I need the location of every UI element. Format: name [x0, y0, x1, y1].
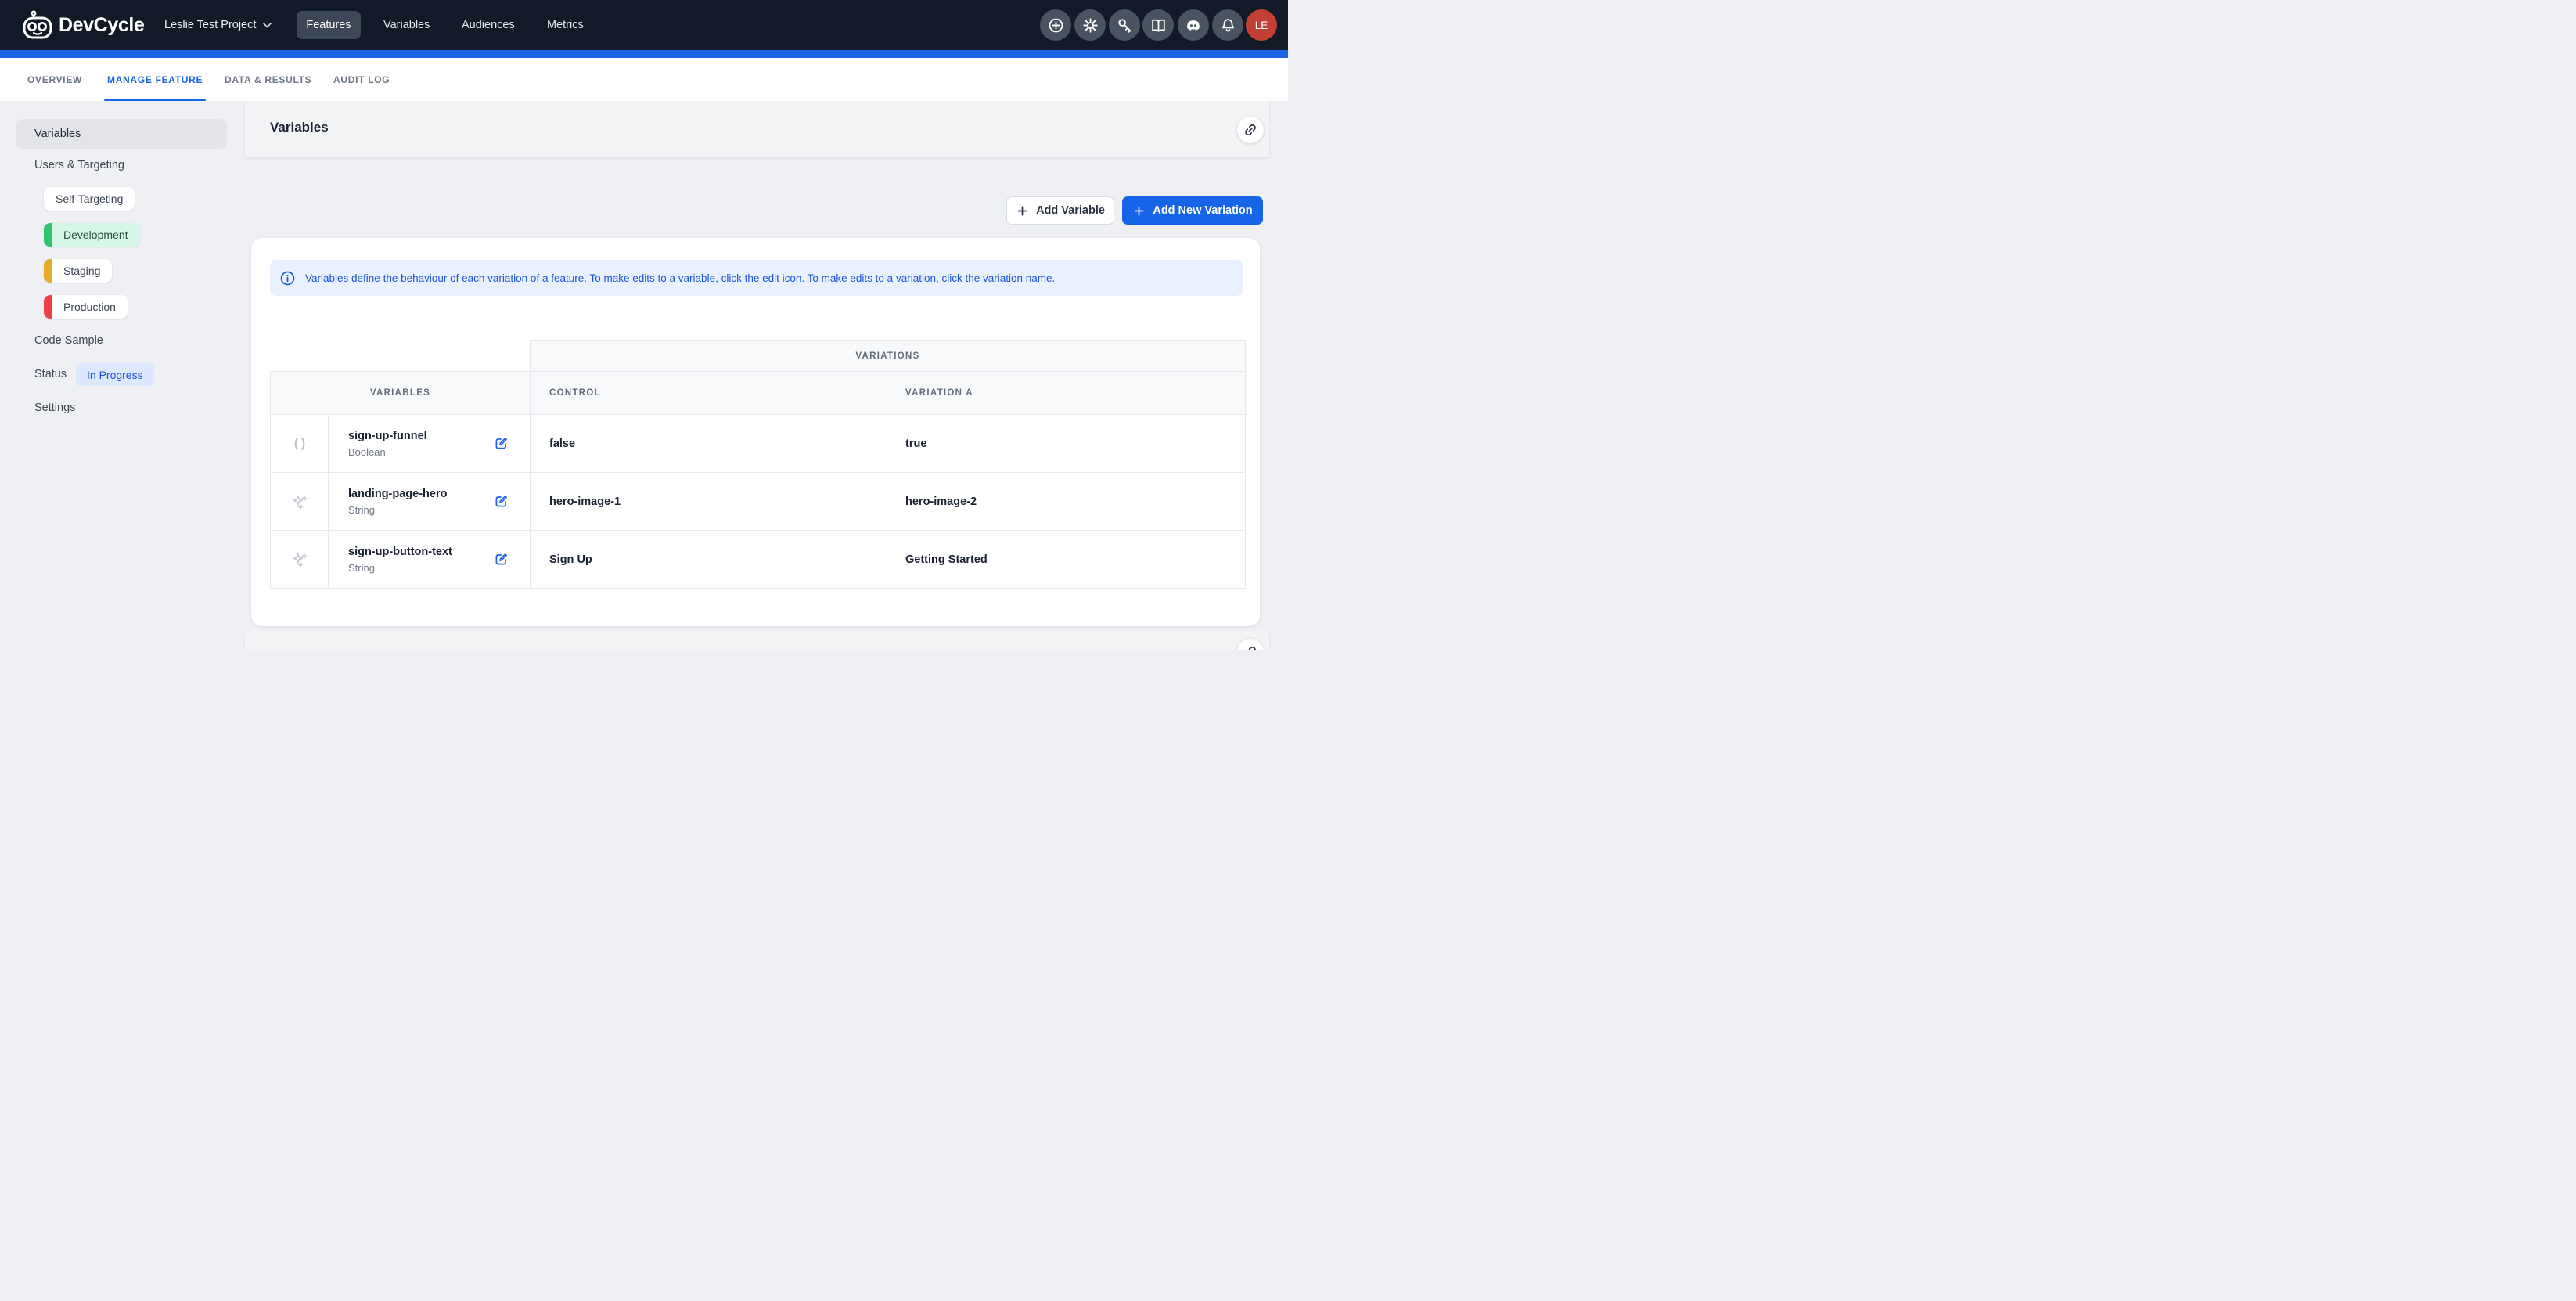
brand-name: DevCycle — [59, 14, 144, 37]
plus-icon — [1132, 204, 1146, 218]
sidebar-item-users-targeting[interactable]: Users & Targeting — [34, 159, 124, 171]
env-pill-development[interactable]: Development — [44, 223, 140, 247]
edit-variable-button[interactable] — [493, 435, 509, 452]
env-pill-production[interactable]: Production — [44, 295, 128, 319]
column-header-variation-a: VARIATION A — [886, 372, 1246, 415]
status-badge-label: In Progress — [87, 369, 143, 381]
variable-type: Boolean — [348, 446, 493, 458]
add-circle-button[interactable] — [1040, 9, 1071, 41]
section-link-button[interactable] — [1237, 117, 1264, 143]
feature-tabbar: OVERVIEW MANAGE FEATURE DATA & RESULTS A… — [0, 58, 1288, 101]
control-value[interactable]: hero-image-1 — [530, 473, 886, 531]
variable-type-string-icon — [270, 473, 329, 531]
variation-a-value[interactable]: Getting Started — [886, 531, 1246, 589]
variables-section-header: Variables — [245, 101, 1269, 157]
env-color-bar — [44, 223, 52, 247]
nav-item-metrics[interactable]: Metrics — [547, 0, 584, 50]
env-pill-self-targeting[interactable]: Self-Targeting — [44, 187, 135, 211]
tab-manage-feature[interactable]: MANAGE FEATURE — [107, 58, 203, 101]
variable-name: sign-up-funnel — [348, 430, 493, 442]
table-row: sign-up-button-text String — [329, 531, 530, 589]
env-label: Staging — [52, 265, 112, 277]
variable-type-boolean-icon — [270, 415, 329, 473]
chevron-down-icon — [263, 23, 272, 28]
variations-group-header: VARIATIONS — [530, 340, 1246, 372]
sidebar-item-label: Variables — [34, 128, 81, 140]
project-name: Leslie Test Project — [164, 19, 256, 31]
add-new-variation-label: Add New Variation — [1153, 204, 1252, 217]
edit-variable-button[interactable] — [493, 551, 509, 568]
variable-type-string-icon — [270, 531, 329, 589]
nav-item-features[interactable]: Features — [297, 11, 361, 39]
tab-audit-log[interactable]: AUDIT LOG — [333, 58, 390, 101]
sidebar-item-code-sample[interactable]: Code Sample — [34, 334, 103, 347]
column-header-control: CONTROL — [530, 372, 886, 415]
avatar-initials: LE — [1255, 20, 1268, 31]
env-label: Self-Targeting — [44, 193, 135, 205]
next-section-header — [245, 631, 1269, 650]
env-label: Development — [52, 229, 140, 241]
devcycle-logo[interactable]: DevCycle — [22, 0, 144, 50]
robot-logo-icon — [22, 9, 53, 41]
table-corner-spacer — [270, 340, 530, 372]
user-avatar[interactable]: LE — [1246, 9, 1277, 41]
tab-overview[interactable]: OVERVIEW — [27, 58, 82, 101]
sidebar-item-settings[interactable]: Settings — [34, 402, 75, 414]
env-label: Production — [52, 301, 128, 313]
page-progress-bar — [0, 50, 1288, 58]
variable-type: String — [348, 504, 493, 516]
add-variable-label: Add Variable — [1036, 204, 1105, 217]
info-icon — [279, 270, 296, 287]
add-new-variation-button[interactable]: Add New Variation — [1122, 196, 1263, 225]
plus-icon — [1016, 204, 1029, 218]
control-value[interactable]: Sign Up — [530, 531, 886, 589]
env-color-bar — [44, 295, 52, 319]
sidebar-item-status[interactable]: Status — [34, 368, 67, 380]
table-row: landing-page-hero String — [329, 473, 530, 531]
table-row: sign-up-funnel Boolean — [329, 415, 530, 473]
nav-item-variables[interactable]: Variables — [383, 0, 430, 50]
api-keys-button[interactable] — [1109, 9, 1140, 41]
link-icon — [1243, 644, 1258, 650]
column-header-variables: VARIABLES — [270, 372, 530, 415]
variation-a-value[interactable]: true — [886, 415, 1246, 473]
section-title: Variables — [270, 120, 329, 135]
variables-table: VARIATIONS VARIABLES CONTROL VARIATION A… — [270, 340, 1246, 589]
docs-book-button[interactable] — [1142, 9, 1174, 41]
notifications-bell-button[interactable] — [1212, 9, 1243, 41]
info-banner: Variables define the behaviour of each v… — [270, 260, 1243, 296]
sidebar-item-variables[interactable]: Variables — [16, 119, 227, 149]
tab-data-results[interactable]: DATA & RESULTS — [225, 58, 311, 101]
project-selector[interactable]: Leslie Test Project — [164, 0, 272, 50]
top-navbar: DevCycle Leslie Test Project Features Va… — [0, 0, 1288, 50]
variable-name: landing-page-hero — [348, 488, 493, 500]
nav-item-audiences[interactable]: Audiences — [462, 0, 515, 50]
edit-variable-button[interactable] — [493, 493, 509, 510]
env-color-bar — [44, 259, 52, 283]
devcycle-app: DevCycle Leslie Test Project Features Va… — [0, 0, 1288, 650]
link-icon — [1243, 122, 1258, 138]
settings-gear-button[interactable] — [1074, 9, 1106, 41]
add-variable-button[interactable]: Add Variable — [1006, 196, 1114, 225]
status-badge[interactable]: In Progress — [76, 363, 154, 386]
variation-a-value[interactable]: hero-image-2 — [886, 473, 1246, 531]
discord-button[interactable] — [1178, 9, 1209, 41]
variable-name: sign-up-button-text — [348, 546, 493, 558]
info-banner-text: Variables define the behaviour of each v… — [305, 272, 1055, 284]
variables-card: Variables define the behaviour of each v… — [251, 238, 1260, 626]
variable-type: String — [348, 562, 493, 574]
control-value[interactable]: false — [530, 415, 886, 473]
env-pill-staging[interactable]: Staging — [44, 259, 112, 283]
